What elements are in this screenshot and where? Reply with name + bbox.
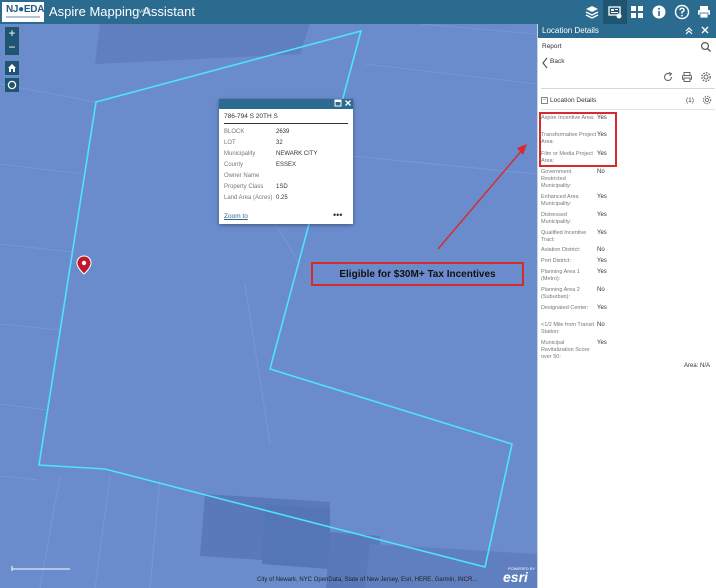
print-icon[interactable] xyxy=(696,4,712,20)
esri-logo: esri xyxy=(503,569,528,585)
chevron-left-icon xyxy=(542,57,548,69)
popup-field-label: Municipality xyxy=(224,151,256,157)
popup-field-value: 32 xyxy=(276,140,283,146)
popup-field-value: ESSEX xyxy=(276,162,297,168)
field-value: No xyxy=(597,322,605,328)
field-value: Yes xyxy=(597,269,607,275)
panel-header: Location Details xyxy=(538,24,716,38)
popup-divider xyxy=(224,123,348,124)
field-label: Municipal Revitalization Score over 50: xyxy=(541,340,590,360)
zoom-to-link[interactable]: Zoom to xyxy=(224,213,248,220)
field-value: No xyxy=(597,287,605,293)
popup-field-label: LOT xyxy=(224,140,236,146)
field-value: No xyxy=(597,247,605,253)
feature-popup: 786-794 S 20TH S BLOCK 2639 LOT 32 Munic… xyxy=(219,99,353,224)
field-label: Planning Area 2 (Suburban): xyxy=(541,287,580,300)
zoom-in-button[interactable]: + xyxy=(5,27,19,41)
home-icon xyxy=(8,64,16,72)
annotation-text: Eligible for $30M+ Tax Incentives xyxy=(339,269,496,280)
report-search-row[interactable]: Report xyxy=(538,41,716,53)
field-value: Yes xyxy=(597,305,607,311)
popup-field-value: 1SD xyxy=(276,184,288,190)
app-title: Aspire Mapping Assistant xyxy=(49,4,195,19)
info-icon[interactable] xyxy=(651,4,667,20)
field-value: Yes xyxy=(597,340,607,346)
annotation-callout: Eligible for $30M+ Tax Incentives xyxy=(311,262,524,286)
popup-header xyxy=(219,99,353,109)
field-value: Yes xyxy=(597,258,607,264)
legend-icon[interactable] xyxy=(607,4,623,20)
search-icon[interactable] xyxy=(700,41,712,53)
popup-field-label: Property Class xyxy=(224,184,264,190)
field-label: Enhanced Area Municipality: xyxy=(541,194,579,207)
collapse-panel-icon[interactable] xyxy=(683,25,695,37)
popup-title: 786-794 S 20TH S xyxy=(224,113,278,120)
popup-field-label: BLOCK xyxy=(224,129,245,135)
panel-divider xyxy=(541,88,715,89)
location-details-section-header[interactable]: − Location Details (1) xyxy=(538,94,716,106)
popup-field-label: Land Area (Acres) xyxy=(224,195,273,201)
zoom-out-button[interactable]: − xyxy=(5,41,19,55)
field-label: Planning Area 1 (Metro): xyxy=(541,269,580,282)
field-label: Government Restricted Municipality: xyxy=(541,169,572,189)
back-label: Back xyxy=(550,58,565,65)
app-header: NJ●EDA Aspire Mapping Assistant v4.0 xyxy=(0,0,716,24)
refresh-icon[interactable] xyxy=(662,71,674,83)
location-details-panel: Location Details Report Back − Location … xyxy=(537,24,716,588)
section-divider xyxy=(541,109,715,110)
field-value: Yes xyxy=(597,194,607,200)
report-label: Report xyxy=(542,43,562,50)
back-button[interactable]: Back xyxy=(541,56,564,69)
layers-icon[interactable] xyxy=(584,4,600,20)
logo-tagline xyxy=(6,16,40,18)
panel-title: Location Details xyxy=(542,26,599,35)
section-label: Location Details xyxy=(550,97,597,104)
location-marker-icon xyxy=(76,255,92,275)
close-panel-icon[interactable] xyxy=(699,25,711,37)
section-settings-icon[interactable] xyxy=(702,95,712,105)
map-attribution: City of Newark, NYC OpenData, State of N… xyxy=(257,577,478,583)
field-value: Yes xyxy=(597,212,607,218)
popup-more-button[interactable]: ••• xyxy=(333,210,342,220)
field-value: No xyxy=(597,169,605,175)
popup-close-icon[interactable] xyxy=(343,99,353,109)
popup-field-value: NEWARK CITY xyxy=(276,151,318,157)
section-collapse-toggle[interactable]: − xyxy=(541,97,548,104)
help-icon[interactable] xyxy=(674,4,690,20)
locate-button[interactable] xyxy=(5,78,19,92)
field-label: <1/2 Mile from Transit Station: xyxy=(541,322,595,335)
popup-dock-icon[interactable] xyxy=(333,99,343,109)
print-icon[interactable] xyxy=(681,71,693,83)
field-label: Distressed Municipality: xyxy=(541,212,572,225)
locate-icon xyxy=(7,80,17,90)
home-button[interactable] xyxy=(5,61,19,75)
field-label: Designated Center: xyxy=(541,305,589,311)
app-version: v4.0 xyxy=(139,9,151,15)
field-value: Yes xyxy=(597,230,607,236)
field-label: Aviation District: xyxy=(541,247,581,253)
field-label: Qualified Incentive Tract: xyxy=(541,230,587,243)
settings-gear-icon[interactable] xyxy=(700,71,712,83)
map-view[interactable]: + − 786-794 S 20TH S BLOCK 2639 LOT 32 M… xyxy=(0,24,537,588)
apps-grid-icon[interactable] xyxy=(629,4,645,20)
popup-field-value: 0.25 xyxy=(276,195,288,201)
njeda-logo: NJ●EDA xyxy=(2,2,44,22)
popup-field-label: County xyxy=(224,162,244,168)
field-label: Port District: xyxy=(541,258,571,264)
logo-text: NJ●EDA xyxy=(6,4,45,15)
popup-field-value: 2639 xyxy=(276,129,290,135)
popup-field-label: Owner Name xyxy=(224,173,260,179)
section-count: (1) xyxy=(686,97,694,104)
area-label: Area: N/A xyxy=(684,363,711,369)
highlight-box xyxy=(539,112,617,167)
